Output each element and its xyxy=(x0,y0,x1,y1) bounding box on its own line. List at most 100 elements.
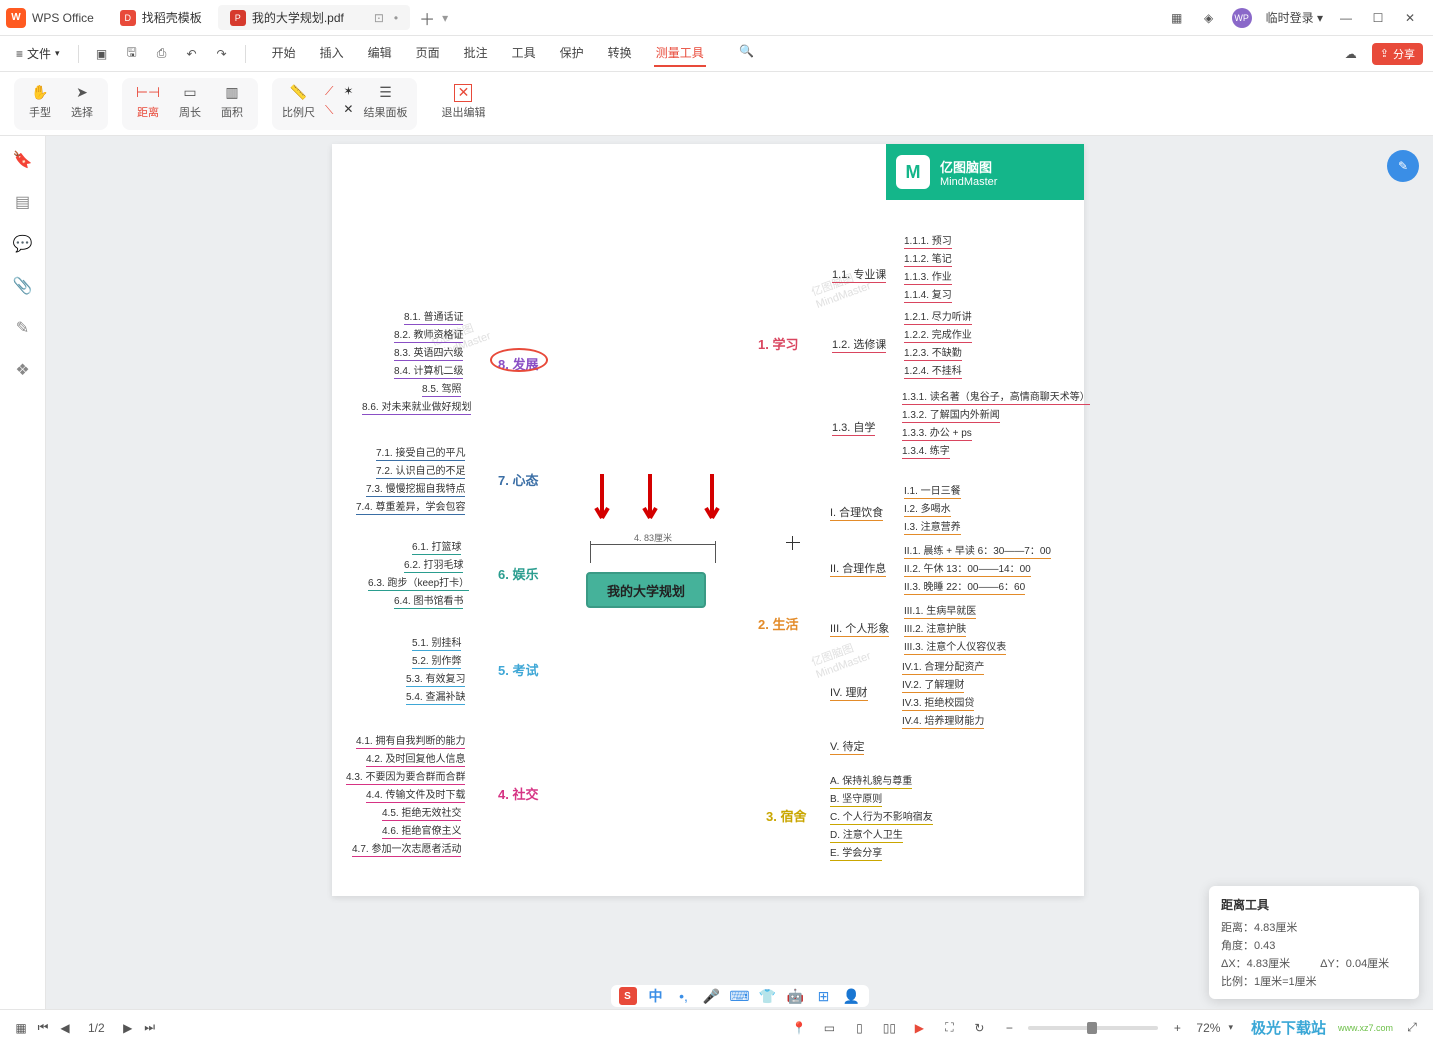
tab-document[interactable]: P 我的大学规划.pdf ⊡ • xyxy=(218,5,410,30)
first-page-icon[interactable]: ⏮ xyxy=(32,1020,54,1035)
cube-icon[interactable]: ◈ xyxy=(1200,9,1218,27)
exit-icon: ✕ xyxy=(454,84,472,102)
titlebar: W WPS Office D 找稻壳模板 P 我的大学规划.pdf ⊡ • ＋ … xyxy=(0,0,1433,36)
minimize-icon[interactable]: — xyxy=(1337,9,1355,27)
menu-convert[interactable]: 转换 xyxy=(606,40,634,67)
tool-select[interactable]: ➤选择 xyxy=(66,84,98,120)
two-page-icon[interactable]: ▯▯ xyxy=(878,1021,900,1035)
comment-icon[interactable]: 💬 xyxy=(13,234,33,254)
search-icon[interactable]: 🔍 xyxy=(736,40,758,62)
snap1-icon[interactable]: ✶ xyxy=(343,84,353,98)
zoom-slider[interactable] xyxy=(1028,1026,1158,1030)
leaf: 4.4. 传输文件及时下载 xyxy=(366,786,465,803)
leaf: 1.2.2. 完成作业 xyxy=(904,326,972,343)
sign-icon[interactable]: ✎ xyxy=(16,318,29,338)
canvas[interactable]: M 亿图脑图MindMaster 亿图脑图MindMaster 亿图脑图Mind… xyxy=(46,136,1433,1009)
menu-start[interactable]: 开始 xyxy=(270,40,298,67)
zoom-out-icon[interactable]: − xyxy=(998,1021,1020,1035)
menu-insert[interactable]: 插入 xyxy=(318,40,346,67)
tab-templates[interactable]: D 找稻壳模板 xyxy=(108,5,214,30)
leaf: 4.5. 拒绝无效社交 xyxy=(382,804,461,821)
sogou-icon[interactable]: S xyxy=(619,987,637,1005)
menu-tools[interactable]: 工具 xyxy=(510,40,538,67)
ime-keyboard-icon[interactable]: ⌨ xyxy=(731,987,749,1005)
ime-grid-icon[interactable]: ⊞ xyxy=(815,987,833,1005)
ime-lang[interactable]: 中 xyxy=(647,987,665,1005)
fullscreen-icon[interactable]: ⛶ xyxy=(938,1020,960,1035)
tool-result-panel[interactable]: ☰结果面板 xyxy=(363,84,407,120)
layers-icon[interactable]: ❖ xyxy=(15,360,29,380)
sub-1-2: 1.2. 选修课 xyxy=(832,336,886,353)
marker-icon[interactable]: 📍 xyxy=(788,1021,810,1035)
next-page-icon[interactable]: ▶ xyxy=(117,1021,139,1035)
file-menu[interactable]: ≡文件▾ xyxy=(10,43,66,64)
mindmaster-icon: M xyxy=(896,155,930,189)
tool-distance[interactable]: ⊢⊣距离 xyxy=(132,84,164,120)
distance-tooltip: 距离工具 距离：4.83厘米 角度：0.43 ΔX：4.83厘米ΔY：0.04厘… xyxy=(1209,886,1419,999)
undo-icon[interactable]: ↶ xyxy=(181,43,203,65)
tab-menu-icon[interactable]: ⊡ xyxy=(374,11,384,25)
prev-page-icon[interactable]: ◀ xyxy=(54,1021,76,1035)
template-icon: D xyxy=(120,10,136,26)
snap2-icon[interactable]: ✕ xyxy=(343,102,353,116)
play-icon[interactable]: ▶ xyxy=(908,1021,930,1035)
cloud-icon[interactable]: ☁ xyxy=(1340,43,1362,65)
thumbnail-icon[interactable]: ▤ xyxy=(15,192,30,212)
leaf: D. 注意个人卫生 xyxy=(830,826,903,843)
page-list-icon[interactable]: ▦ xyxy=(10,1021,32,1035)
menu-annotate[interactable]: 批注 xyxy=(462,40,490,67)
ime-skin-icon[interactable]: 👕 xyxy=(759,987,777,1005)
line2-icon[interactable]: ⟍ xyxy=(325,103,333,118)
menu-edit[interactable]: 编辑 xyxy=(366,40,394,67)
sub-1-3: 1.3. 自学 xyxy=(832,419,875,436)
ime-mic-icon[interactable]: 🎤 xyxy=(703,987,721,1005)
menu-measure[interactable]: 测量工具 xyxy=(654,40,706,67)
leaf: 8.5. 驾照 xyxy=(422,380,461,397)
menu-protect[interactable]: 保护 xyxy=(558,40,586,67)
sub-2-1: I. 合理饮食 xyxy=(830,504,883,521)
tab-close-icon[interactable]: • xyxy=(394,11,398,25)
ime-robot-icon[interactable]: 🤖 xyxy=(787,987,805,1005)
avatar[interactable]: WP xyxy=(1232,8,1252,28)
redo-icon[interactable]: ↷ xyxy=(211,43,233,65)
grid-icon[interactable]: ▦ xyxy=(1168,9,1186,27)
leaf: 1.3.4. 练字 xyxy=(902,442,950,459)
page-indicator[interactable]: 1/2 xyxy=(88,1021,105,1035)
floating-tool-icon[interactable]: ✎ xyxy=(1387,150,1419,182)
open-icon[interactable]: ▣ xyxy=(91,43,113,65)
new-tab-menu[interactable]: ▾ xyxy=(442,11,448,25)
leaf: I.2. 多喝水 xyxy=(904,500,951,517)
tool-ruler[interactable]: 📏比例尺 xyxy=(282,84,315,120)
save-icon[interactable]: 🖫 xyxy=(121,43,143,65)
ime-punct-icon[interactable]: •, xyxy=(675,987,693,1005)
app-name: WPS Office xyxy=(32,11,94,25)
tool-exit[interactable]: ✕退出编辑 xyxy=(441,84,485,120)
expand-icon[interactable]: ⤢ xyxy=(1401,1020,1423,1035)
tool-perimeter[interactable]: ▭周长 xyxy=(174,84,206,120)
ruler-icon: 📏 xyxy=(289,84,309,102)
zoom-level[interactable]: 72% xyxy=(1196,1021,1220,1035)
share-button[interactable]: ⇪分享 xyxy=(1372,43,1423,65)
fit-width-icon[interactable]: ▭ xyxy=(818,1021,840,1035)
last-page-icon[interactable]: ⏭ xyxy=(139,1020,161,1035)
login-button[interactable]: 临时登录 ▾ xyxy=(1266,9,1323,26)
menubar: ≡文件▾ ▣ 🖫 ⎙ ↶ ↷ 开始 插入 编辑 页面 批注 工具 保护 转换 测… xyxy=(0,36,1433,72)
pdf-icon: P xyxy=(230,10,246,26)
tool-hand[interactable]: ✋手型 xyxy=(24,84,56,120)
tool-area[interactable]: ▥面积 xyxy=(216,84,248,120)
share-icon: ⇪ xyxy=(1380,47,1389,60)
attachment-icon[interactable]: 📎 xyxy=(13,276,33,296)
line1-icon[interactable]: ⟋ xyxy=(325,84,333,99)
ime-person-icon[interactable]: 👤 xyxy=(843,987,861,1005)
leaf: 6.3. 跑步（keep打卡） xyxy=(368,574,469,591)
menu-page[interactable]: 页面 xyxy=(414,40,442,67)
maximize-icon[interactable]: ☐ xyxy=(1369,9,1387,27)
bookmark-icon[interactable]: 🔖 xyxy=(13,150,33,170)
rotate-icon[interactable]: ↻ xyxy=(968,1021,990,1035)
zoom-in-icon[interactable]: + xyxy=(1166,1021,1188,1035)
close-icon[interactable]: ✕ xyxy=(1401,9,1419,27)
leaf: II.2. 午休 13：00——14：00 xyxy=(904,560,1031,577)
print-icon[interactable]: ⎙ xyxy=(151,43,173,65)
new-tab-button[interactable]: ＋ xyxy=(414,6,440,30)
single-page-icon[interactable]: ▯ xyxy=(848,1021,870,1035)
